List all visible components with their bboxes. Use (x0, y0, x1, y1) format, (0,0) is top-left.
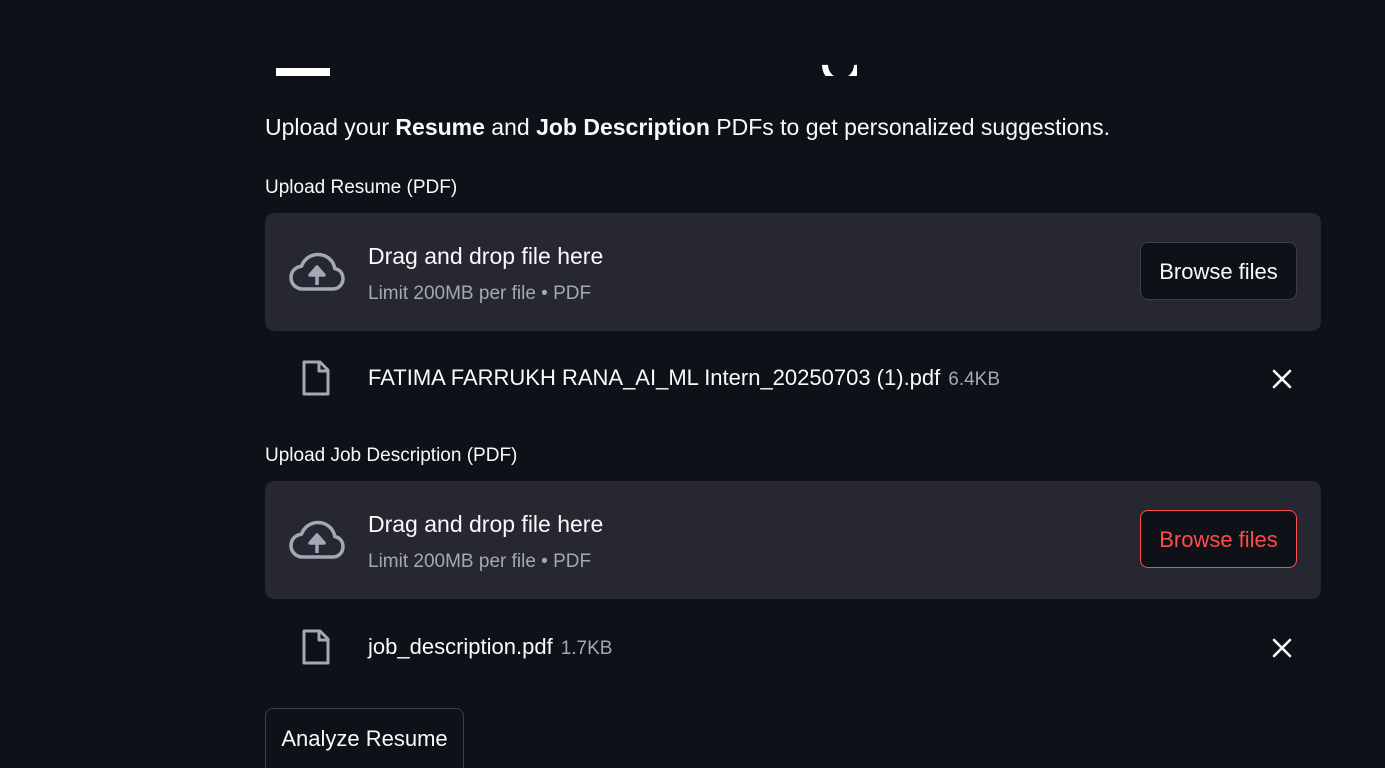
resume-browse-button[interactable]: Browse files (1140, 242, 1297, 300)
main-container: Upload your Resume and Job Description P… (265, 0, 1321, 768)
intro-jd-word: Job Description (536, 114, 710, 140)
cloud-upload-icon (289, 252, 345, 291)
close-icon[interactable] (1269, 366, 1295, 392)
jd-file-name: job_description.pdf (368, 634, 553, 659)
cloud-upload-icon (289, 520, 345, 559)
resume-drop-limit: Limit 200MB per file • PDF (368, 283, 592, 304)
intro-resume-word: Resume (395, 114, 485, 140)
jd-drop-title: Drag and drop file here (368, 511, 604, 537)
analyze-resume-button[interactable]: Analyze Resume (265, 708, 464, 768)
jd-uploaded-file: job_description.pdf 1.7KB (265, 618, 1321, 678)
intro-suffix: PDFs to get personalized suggestions. (709, 114, 1111, 140)
intro-prefix: Upload your (265, 114, 396, 140)
resume-dropzone[interactable]: Drag and drop file here Limit 200MB per … (265, 213, 1321, 331)
jd-drop-limit: Limit 200MB per file • PDF (368, 551, 592, 572)
page-title-cropped (265, 0, 1321, 80)
resume-file-size: 6.4KB (948, 369, 1001, 390)
jd-file-name-line: job_description.pdf 1.7KB (368, 632, 612, 664)
file-icon (302, 629, 330, 665)
resume-upload-label: Upload Resume (PDF) (265, 177, 458, 198)
jd-browse-button[interactable]: Browse files (1140, 510, 1297, 568)
resume-drop-title: Drag and drop file here (368, 243, 604, 269)
intro-text: Upload your Resume and Job Description P… (265, 112, 1110, 142)
title-glyph-fragment (813, 62, 857, 76)
intro-middle: and (484, 114, 537, 140)
jd-upload-label: Upload Job Description (PDF) (265, 445, 518, 466)
jd-dropzone[interactable]: Drag and drop file here Limit 200MB per … (265, 481, 1321, 599)
jd-file-size: 1.7KB (560, 638, 613, 659)
resume-uploaded-file: FATIMA FARRUKH RANA_AI_ML Intern_2025070… (265, 349, 1321, 409)
title-glyph-fragment (276, 68, 330, 76)
close-icon[interactable] (1269, 635, 1295, 661)
resume-file-name: FATIMA FARRUKH RANA_AI_ML Intern_2025070… (368, 365, 941, 390)
resume-file-name-line: FATIMA FARRUKH RANA_AI_ML Intern_2025070… (368, 363, 1000, 395)
file-icon (302, 360, 330, 396)
